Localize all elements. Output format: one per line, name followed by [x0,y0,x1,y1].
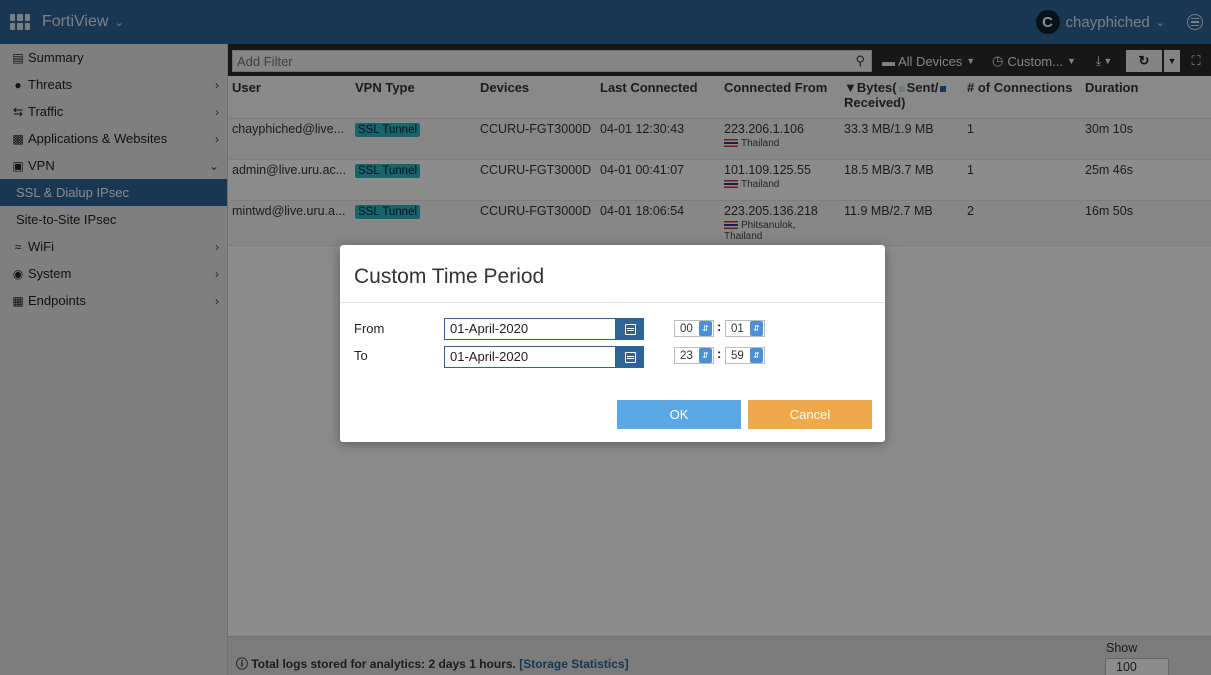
calendar-icon [624,323,636,335]
spinner-icon: ⇵ [699,348,712,363]
from-hour-select[interactable]: 00 ⇵ [674,320,714,337]
to-minute-value: 59 [731,349,744,362]
time-colon: : [717,319,722,334]
spinner-icon: ⇵ [750,321,763,336]
calendar-icon [624,351,636,363]
to-label: To [354,348,368,363]
from-hour-value: 00 [680,322,693,335]
dialog-title: Custom Time Period [354,265,545,288]
dialog-divider [340,302,885,303]
to-calendar-button[interactable] [616,346,644,368]
from-minute-value: 01 [731,322,744,335]
to-minute-select[interactable]: 59 ⇵ [725,347,765,364]
spinner-icon: ⇵ [699,321,712,336]
ok-button[interactable]: OK [617,400,741,429]
time-colon: : [717,346,722,361]
from-label: From [354,321,385,336]
from-calendar-button[interactable] [616,318,644,340]
spinner-icon: ⇵ [750,348,763,363]
cancel-button[interactable]: Cancel [748,400,872,429]
custom-time-period-dialog: Custom Time Period From 01-April-2020 00… [340,245,885,442]
to-hour-select[interactable]: 23 ⇵ [674,347,714,364]
to-hour-value: 23 [680,349,693,362]
to-date-input[interactable]: 01-April-2020 [444,346,616,368]
from-date-input[interactable]: 01-April-2020 [444,318,616,340]
from-minute-select[interactable]: 01 ⇵ [725,320,765,337]
